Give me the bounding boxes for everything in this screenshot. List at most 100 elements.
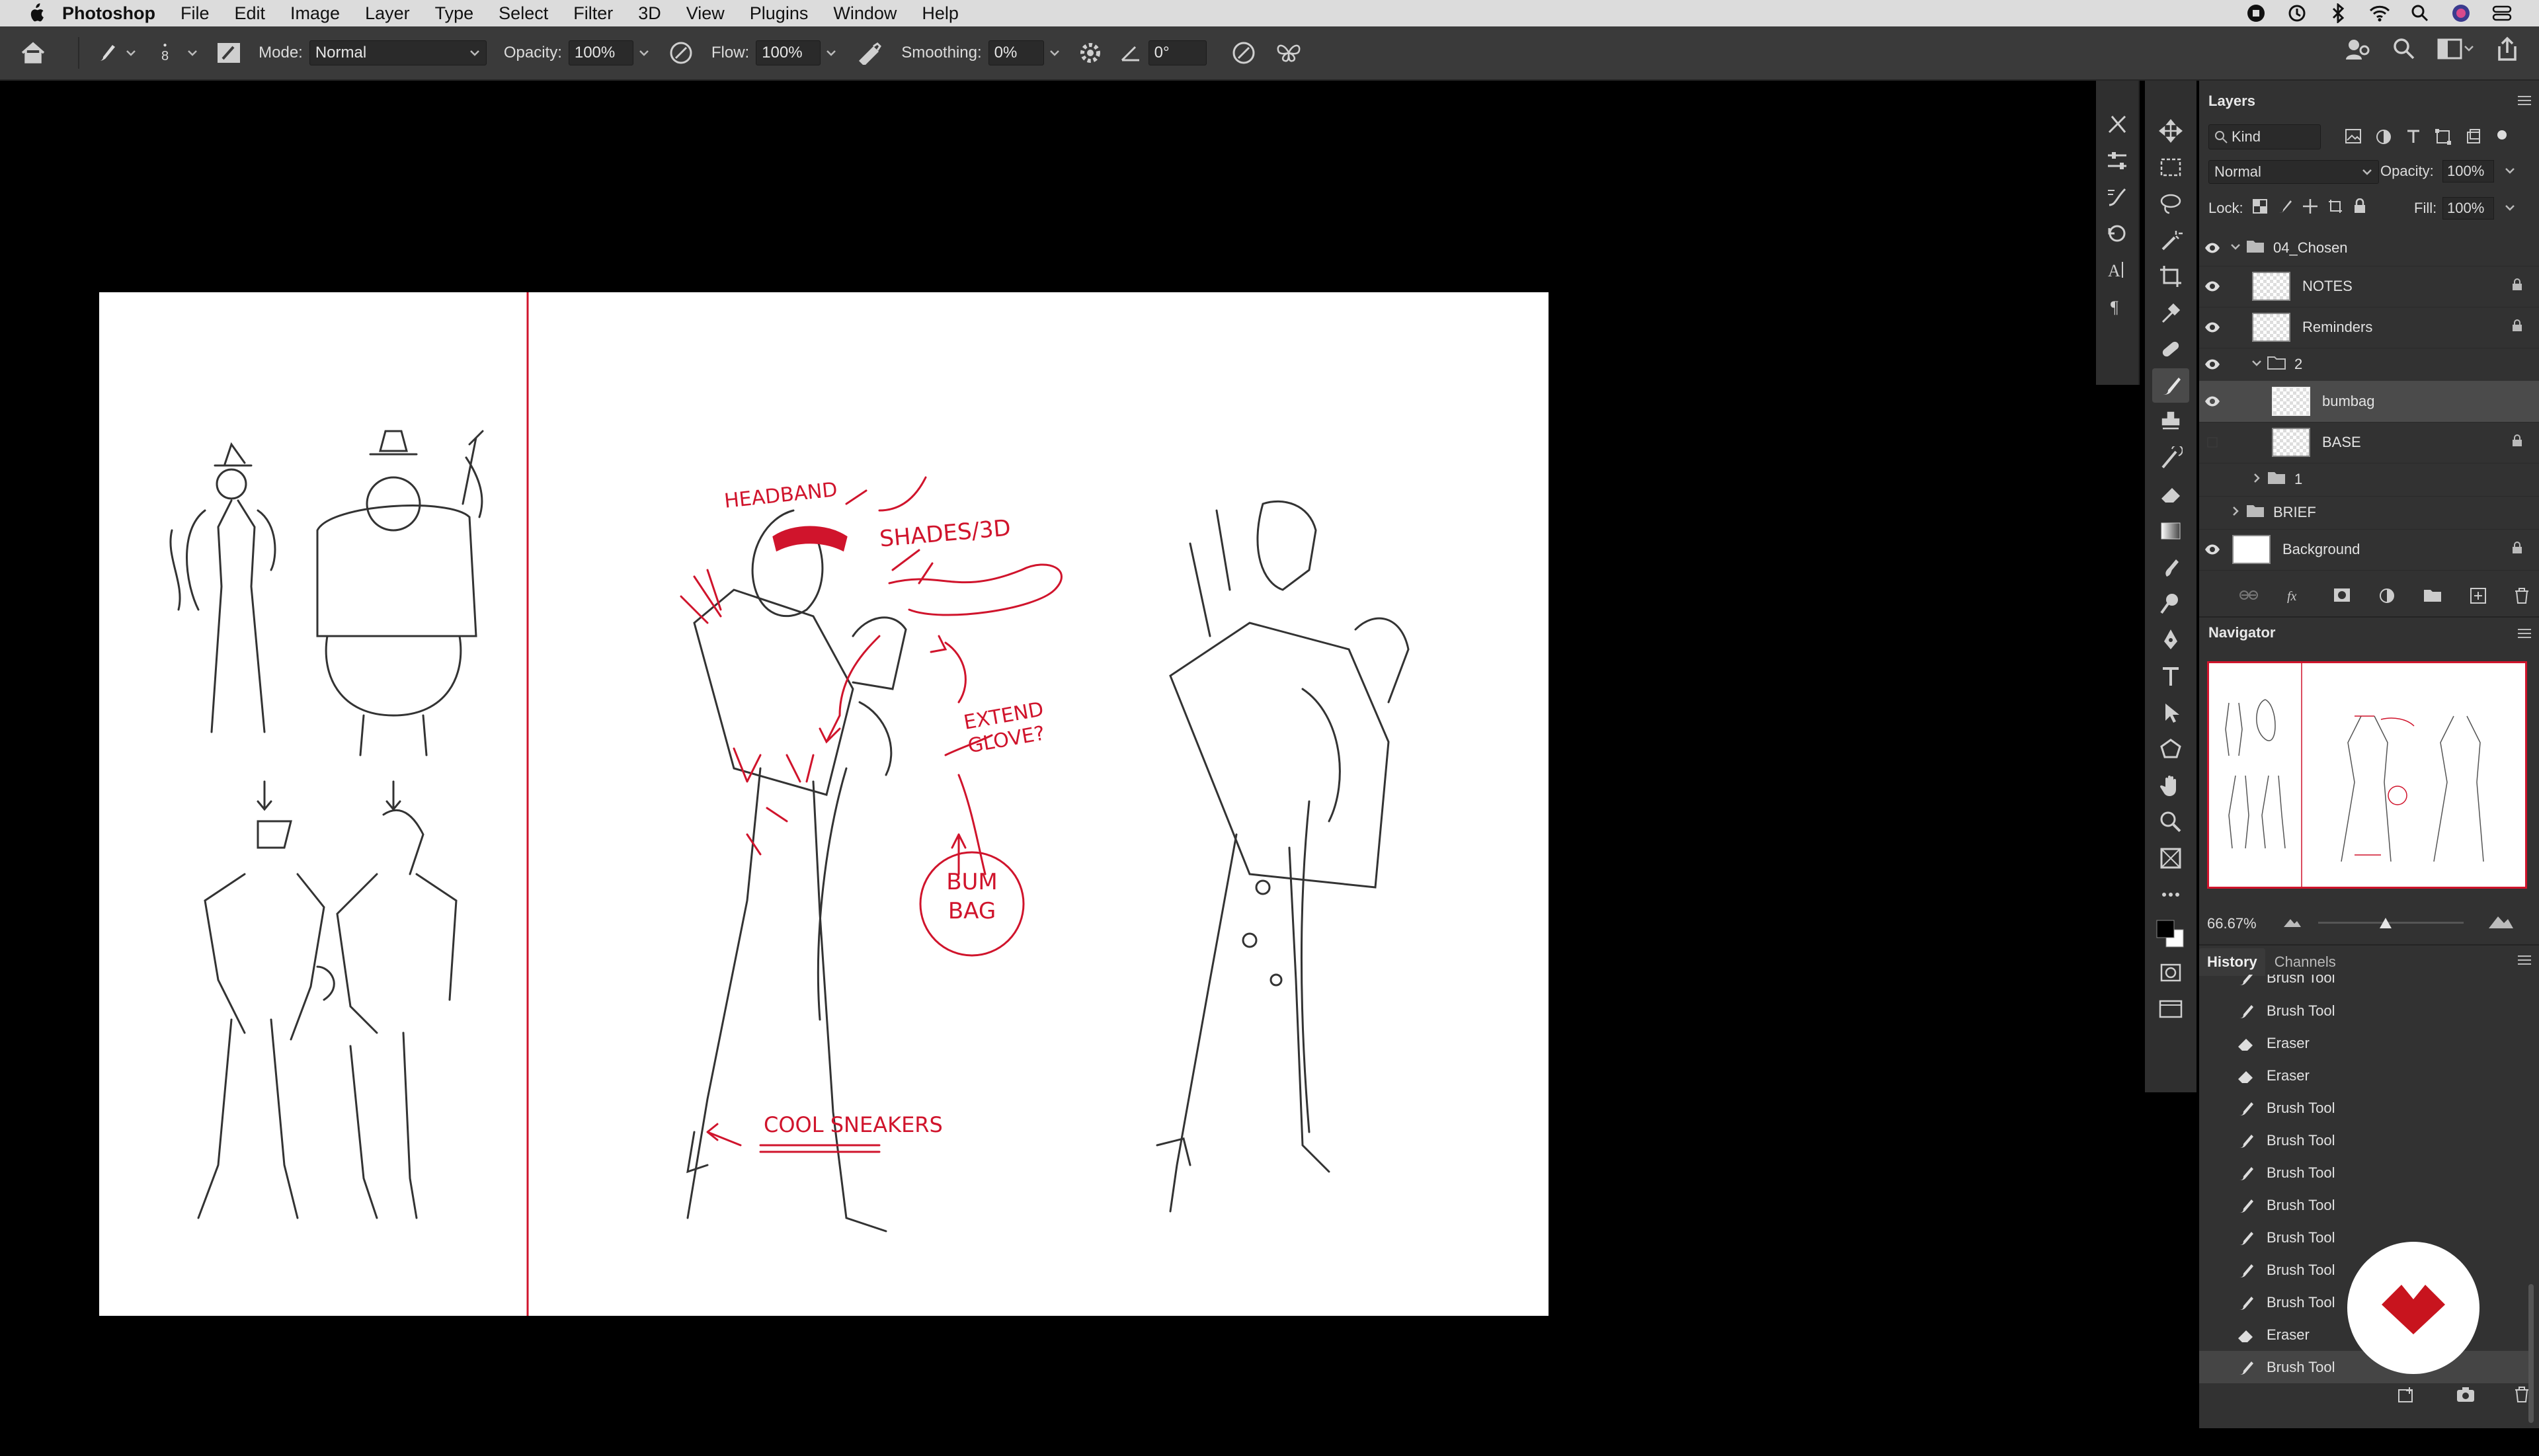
- layer-row-04-chosen[interactable]: 04_Chosen: [2199, 230, 2539, 266]
- menu-help[interactable]: Help: [922, 3, 959, 24]
- brush-size-indicator[interactable]: ● 8: [161, 42, 169, 64]
- navigator-panel-title[interactable]: Navigator: [2199, 616, 2539, 648]
- lock-artboard-icon[interactable]: [2327, 198, 2343, 218]
- group-collapsed-chevron-icon[interactable]: [2230, 504, 2241, 521]
- history-item[interactable]: Eraser: [2199, 1059, 2530, 1092]
- navigator-preview[interactable]: [2207, 661, 2527, 889]
- wifi-icon[interactable]: [2368, 3, 2390, 24]
- time-machine-icon[interactable]: [2286, 3, 2308, 24]
- siri-icon[interactable]: [2450, 3, 2472, 24]
- group-expand-chevron-icon[interactable]: [2230, 239, 2241, 257]
- brush-settings-panel-icon[interactable]: [216, 42, 241, 64]
- quick-selection-tool-icon[interactable]: [2152, 223, 2189, 257]
- history-item[interactable]: Eraser: [2199, 1027, 2530, 1059]
- history-item[interactable]: Brush Tool: [2199, 1124, 2530, 1156]
- layer-row-notes[interactable]: NOTES: [2199, 266, 2539, 307]
- menu-type[interactable]: Type: [435, 3, 474, 24]
- layer-visibility-eye-icon[interactable]: [2199, 242, 2226, 254]
- snapshot-camera-icon[interactable]: [2456, 1386, 2476, 1406]
- smoothing-field[interactable]: 0%: [988, 40, 1044, 65]
- filter-smart-object-icon[interactable]: [2465, 128, 2482, 149]
- navigator-zoom-slider-thumb[interactable]: [2378, 915, 2394, 934]
- crop-tool-icon[interactable]: [2152, 259, 2189, 294]
- layer-row-base[interactable]: BASE: [2199, 422, 2539, 464]
- layer-row-background[interactable]: Background: [2199, 529, 2539, 571]
- menu-app-name[interactable]: Photoshop: [62, 3, 155, 24]
- record-icon[interactable]: [2245, 3, 2267, 24]
- lock-pixels-icon[interactable]: [2277, 198, 2293, 218]
- brush-angle-field[interactable]: 0°: [1148, 40, 1207, 65]
- new-document-from-state-icon[interactable]: [2398, 1386, 2417, 1406]
- zoom-in-mountain-icon[interactable]: [2487, 911, 2514, 933]
- paragraph-panel-icon[interactable]: ¶: [2099, 289, 2136, 323]
- pressure-opacity-icon[interactable]: [668, 40, 694, 66]
- menu-edit[interactable]: Edit: [235, 3, 266, 24]
- navigator-panel-menu-icon[interactable]: [2517, 627, 2532, 643]
- menu-file[interactable]: File: [181, 3, 210, 24]
- lock-all-icon[interactable]: [2353, 198, 2367, 218]
- filter-toggle-icon[interactable]: [2495, 128, 2509, 149]
- layer-row-reminders[interactable]: Reminders: [2199, 307, 2539, 348]
- gradient-tool-icon[interactable]: [2152, 514, 2189, 548]
- layer-visibility-empty[interactable]: [2199, 473, 2226, 485]
- pressure-size-icon[interactable]: [1230, 40, 1257, 66]
- group-collapsed-chevron-icon[interactable]: [2251, 471, 2263, 488]
- move-tool-icon[interactable]: [2152, 114, 2189, 148]
- menu-window[interactable]: Window: [833, 3, 897, 24]
- layer-visibility-eye-icon[interactable]: [2199, 280, 2226, 292]
- add-mask-icon[interactable]: [2333, 587, 2351, 608]
- more-tools-icon[interactable]: [2152, 877, 2189, 912]
- layer-fill-field[interactable]: 100%: [2442, 197, 2494, 220]
- layer-visibility-empty[interactable]: [2199, 506, 2226, 518]
- new-layer-icon[interactable]: [2470, 587, 2487, 608]
- group-expand-chevron-icon[interactable]: [2251, 356, 2263, 373]
- history-brush-icon[interactable]: [2099, 216, 2136, 251]
- dodge-tool-icon[interactable]: [2152, 586, 2189, 621]
- filter-shape-icon[interactable]: [2435, 128, 2452, 149]
- eyedropper-tool-icon[interactable]: [2152, 296, 2189, 330]
- history-brush-tool-icon[interactable]: [2152, 441, 2189, 475]
- layer-row-group-2[interactable]: 2: [2199, 348, 2539, 382]
- history-item[interactable]: Brush Tool: [2199, 1189, 2530, 1221]
- share-person-icon[interactable]: [2345, 36, 2371, 67]
- path-selection-tool-icon[interactable]: [2152, 696, 2189, 730]
- quick-mask-icon[interactable]: [2152, 955, 2189, 990]
- search-icon[interactable]: [2392, 37, 2416, 65]
- brush-settings-icon[interactable]: [2099, 107, 2136, 142]
- navigator-zoom-value[interactable]: 66.67%: [2207, 915, 2257, 932]
- zoom-tool-icon[interactable]: [2152, 805, 2189, 839]
- healing-brush-tool-icon[interactable]: [2152, 332, 2189, 366]
- shape-tool-icon[interactable]: [2152, 732, 2189, 766]
- home-icon[interactable]: [20, 41, 46, 65]
- menu-filter[interactable]: Filter: [573, 3, 613, 24]
- brush-size-dropdown-icon[interactable]: [186, 46, 199, 60]
- new-group-icon[interactable]: [2423, 587, 2442, 608]
- screen-mode-icon[interactable]: [2152, 992, 2189, 1026]
- bluetooth-icon[interactable]: [2327, 3, 2349, 24]
- hand-tool-icon[interactable]: [2152, 768, 2189, 803]
- history-item-partial[interactable]: Brush Tool: [2199, 975, 2530, 994]
- document-canvas[interactable]: HEADBAND SHADES/3D EXTEND GLOVE? BUM BAG…: [99, 292, 1549, 1316]
- layer-visibility-eye-icon[interactable]: [2199, 544, 2226, 555]
- menu-image[interactable]: Image: [290, 3, 340, 24]
- history-item[interactable]: Brush Tool: [2199, 1156, 2530, 1189]
- adjustment-layer-icon[interactable]: [2378, 587, 2396, 608]
- eraser-tool-icon[interactable]: [2152, 477, 2189, 512]
- clone-stamp-tool-icon[interactable]: [2152, 405, 2189, 439]
- layer-blend-mode-select[interactable]: Normal: [2208, 160, 2379, 184]
- menu-3d[interactable]: 3D: [638, 3, 661, 24]
- color-swatches[interactable]: [2152, 914, 2189, 953]
- layer-visibility-empty[interactable]: [2199, 436, 2226, 448]
- layer-filter-kind-select[interactable]: Kind: [2208, 124, 2321, 149]
- share-export-icon[interactable]: [2495, 36, 2519, 67]
- filter-pixel-icon[interactable]: [2345, 128, 2362, 149]
- history-item[interactable]: Brush Tool: [2199, 994, 2530, 1027]
- layer-fill-chevron-icon[interactable]: [2503, 201, 2517, 218]
- apple-icon[interactable]: [24, 1, 48, 25]
- link-layers-icon[interactable]: [2239, 587, 2259, 608]
- layer-row-bumbag[interactable]: bumbag: [2199, 381, 2539, 423]
- zoom-out-mountain-icon[interactable]: [2282, 915, 2301, 932]
- layers-panel-title[interactable]: Layers: [2199, 90, 2539, 112]
- symmetry-butterfly-icon[interactable]: [1274, 41, 1303, 65]
- smoothing-gear-icon[interactable]: [1078, 41, 1102, 65]
